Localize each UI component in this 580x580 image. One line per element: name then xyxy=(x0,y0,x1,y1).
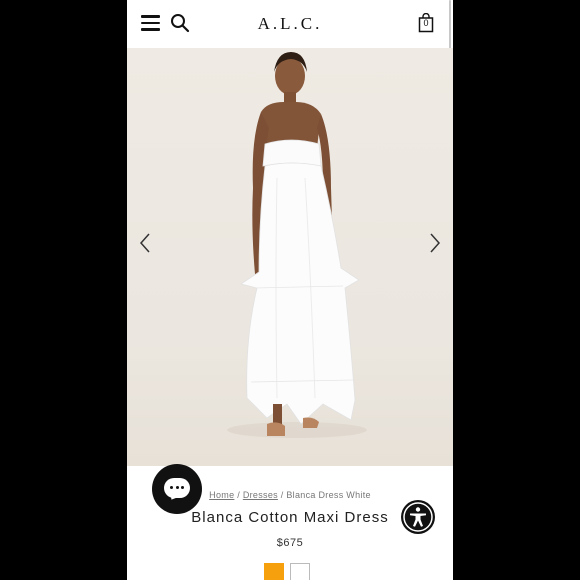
accessibility-icon[interactable] xyxy=(401,500,435,534)
product-image-carousel[interactable] xyxy=(127,48,453,466)
shopping-bag-icon[interactable]: 0 xyxy=(418,12,434,33)
chevron-left-icon[interactable] xyxy=(137,232,153,254)
chat-button[interactable] xyxy=(152,464,202,514)
chevron-right-icon[interactable] xyxy=(427,232,443,254)
breadcrumb-home-link[interactable]: Home xyxy=(209,490,234,500)
carousel-next-arrow[interactable] xyxy=(427,232,443,254)
product-photo-model xyxy=(227,52,367,438)
breadcrumb-dresses-link[interactable]: Dresses xyxy=(243,490,278,500)
carousel-prev-arrow[interactable] xyxy=(137,232,153,254)
bag-count-badge: 0 xyxy=(423,18,429,28)
breadcrumb-current: Blanca Dress White xyxy=(286,490,371,500)
site-header: A.L.C. 0 xyxy=(127,0,453,160)
breadcrumb-separator: / xyxy=(280,490,284,500)
brand-logo-text[interactable]: A.L.C. xyxy=(258,14,323,33)
brand-logo[interactable]: A.L.C. xyxy=(127,14,453,34)
color-swatch-orange[interactable] xyxy=(264,563,284,580)
accessibility-button[interactable] xyxy=(401,500,435,534)
product-price: $675 xyxy=(276,537,304,549)
color-swatch-white[interactable] xyxy=(290,563,310,580)
breadcrumb-separator: / xyxy=(237,490,241,500)
chat-bubble-icon[interactable] xyxy=(164,478,190,498)
